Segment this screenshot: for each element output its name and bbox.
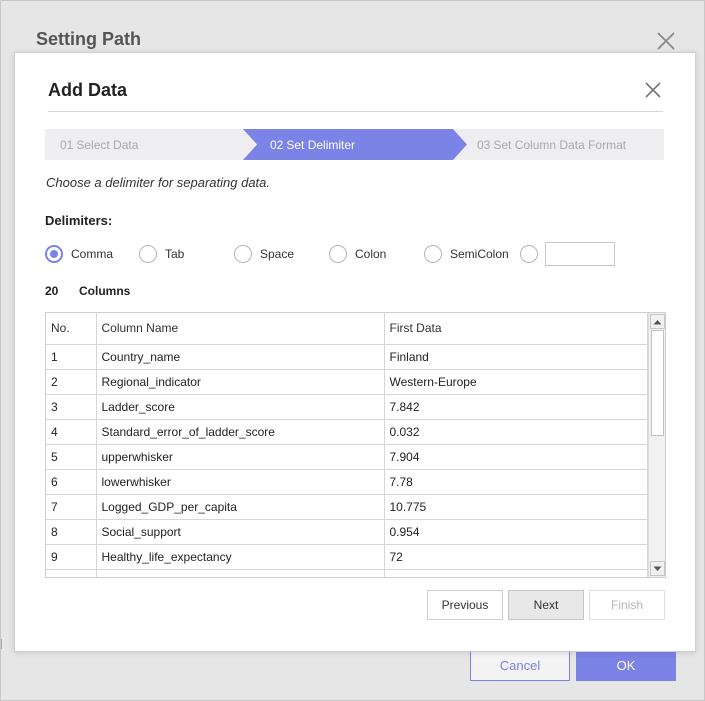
table-header-row: No. Column Name First Data: [46, 313, 648, 345]
columns-table: No. Column Name First Data 1 Country_name…: [45, 312, 666, 578]
radio-space[interactable]: Space: [234, 244, 294, 264]
cancel-button[interactable]: Cancel: [470, 649, 570, 681]
delimiter-options: Comma Tab Space Colon SemiColon: [45, 242, 665, 266]
column-count: 20 Columns: [45, 284, 130, 298]
table-row[interactable]: 3 Ladder_score 7.842: [46, 393, 648, 420]
table-row[interactable]: 7 Logged_GDP_per_capita 10.775: [46, 493, 648, 520]
left-edge-marker: [1, 639, 4, 649]
radio-indicator[interactable]: [234, 245, 252, 263]
radio-colon[interactable]: Colon: [329, 244, 386, 264]
radio-comma[interactable]: Comma: [45, 244, 113, 264]
add-data-dialog: Add Data 01 Select Data 03 Set Column Data…: [14, 52, 696, 652]
close-icon[interactable]: [655, 30, 677, 52]
table-row[interactable]: 10Freedom_to_make_life_choices0.949: [46, 568, 648, 577]
step-set-column-data-format[interactable]: 03 Set Column Data Format: [453, 129, 664, 160]
close-icon[interactable]: [643, 80, 663, 100]
table-row[interactable]: 8 Social_support 0.954: [46, 518, 648, 545]
custom-delimiter-input[interactable]: [545, 242, 615, 266]
setting-path-title: Setting Path: [36, 29, 142, 49]
radio-tab[interactable]: Tab: [139, 244, 184, 264]
scroll-up-arrow-icon[interactable]: [650, 314, 665, 329]
header-no: No.: [46, 313, 97, 345]
table-row[interactable]: 1 Country_name Finland: [46, 343, 648, 370]
title-divider: [48, 111, 663, 112]
header-first-data: First Data: [383, 313, 648, 345]
ok-button[interactable]: OK: [576, 649, 676, 681]
step-set-delimiter[interactable]: 02 Set Delimiter: [243, 129, 467, 160]
instruction-text: Choose a delimiter for separating data.: [46, 175, 271, 190]
previous-button[interactable]: Previous: [427, 590, 503, 620]
header-column-name: Column Name: [95, 313, 385, 345]
radio-indicator[interactable]: [520, 245, 538, 263]
step-select-data[interactable]: 01 Select Data: [45, 129, 255, 160]
table-row[interactable]: 4 Standard_error_of_ladder_score 0.032: [46, 418, 648, 445]
radio-semicolon[interactable]: SemiColon: [424, 244, 509, 264]
radio-indicator[interactable]: [45, 245, 63, 263]
column-count-value: 20: [45, 284, 59, 298]
scroll-down-arrow-icon[interactable]: [650, 561, 665, 576]
columns-grid: No. Column Name First Data 1 Country_name…: [46, 313, 648, 577]
table-scrollbar[interactable]: [648, 313, 665, 577]
dialog-title: Add Data: [48, 80, 128, 100]
radio-indicator[interactable]: [329, 245, 347, 263]
table-row[interactable]: 6 lowerwhisker 7.78: [46, 468, 648, 495]
radio-indicator[interactable]: [139, 245, 157, 263]
radio-indicator[interactable]: [424, 245, 442, 263]
delimiters-label: Delimiters:: [45, 213, 113, 228]
finish-button[interactable]: Finish: [589, 590, 665, 620]
radio-custom[interactable]: [520, 244, 546, 264]
table-row[interactable]: 9 Healthy_life_expectancy 72: [46, 543, 648, 570]
scrollbar-thumb[interactable]: [651, 330, 664, 436]
table-row[interactable]: 2 Regional_indicator Western-Europe: [46, 368, 648, 395]
columns-label: Columns: [79, 284, 131, 298]
next-button[interactable]: Next: [508, 590, 584, 620]
table-row[interactable]: 5 upperwhisker 7.904: [46, 443, 648, 470]
wizard-steps: 01 Select Data 03 Set Column Data Format 0…: [45, 129, 664, 160]
